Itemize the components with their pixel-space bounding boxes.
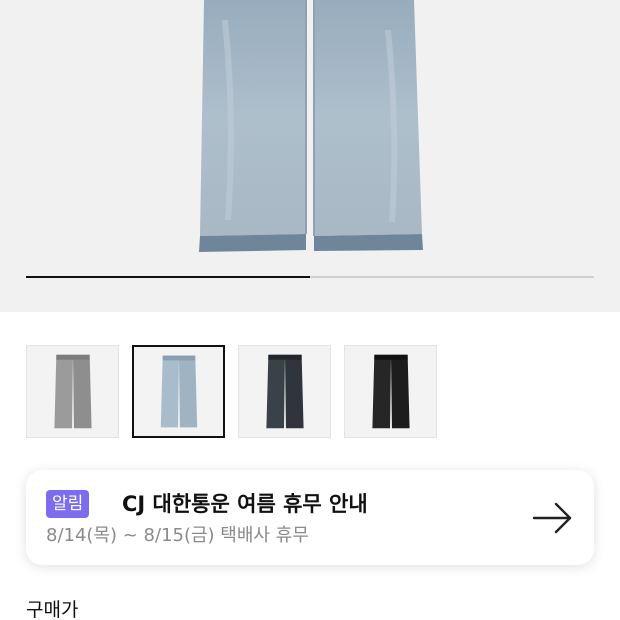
arrow-right-icon[interactable] [532, 500, 574, 536]
thumbnail-light-blue-jeans[interactable] [132, 345, 225, 438]
thumbnail-strip [26, 345, 446, 438]
product-image-area[interactable] [0, 0, 620, 312]
jeans-thumbnail-icon [266, 354, 304, 429]
notice-title: CJ 대한통운 여름 휴무 안내 [122, 492, 368, 516]
thumbnail-grey-jeans[interactable] [26, 345, 119, 438]
notice-subtitle: 8/14(목) ~ 8/15(금) 택배사 휴무 [46, 525, 309, 546]
price-label: 구매가 [26, 599, 79, 620]
thumbnail-black-jeans[interactable] [344, 345, 437, 438]
jeans-thumbnail-icon [54, 354, 92, 429]
notice-badge: 알림 [46, 490, 90, 518]
image-progress-fill [26, 276, 310, 278]
jeans-thumbnail-icon [372, 354, 410, 429]
image-progress-track [26, 276, 594, 278]
jeans-thumbnail-icon [160, 355, 198, 428]
notice-banner[interactable]: 알림 CJ 대한통운 여름 휴무 안내 8/14(목) ~ 8/15(금) 택배… [26, 470, 594, 565]
jeans-photo [199, 0, 423, 252]
thumbnail-dark-jeans[interactable] [238, 345, 331, 438]
